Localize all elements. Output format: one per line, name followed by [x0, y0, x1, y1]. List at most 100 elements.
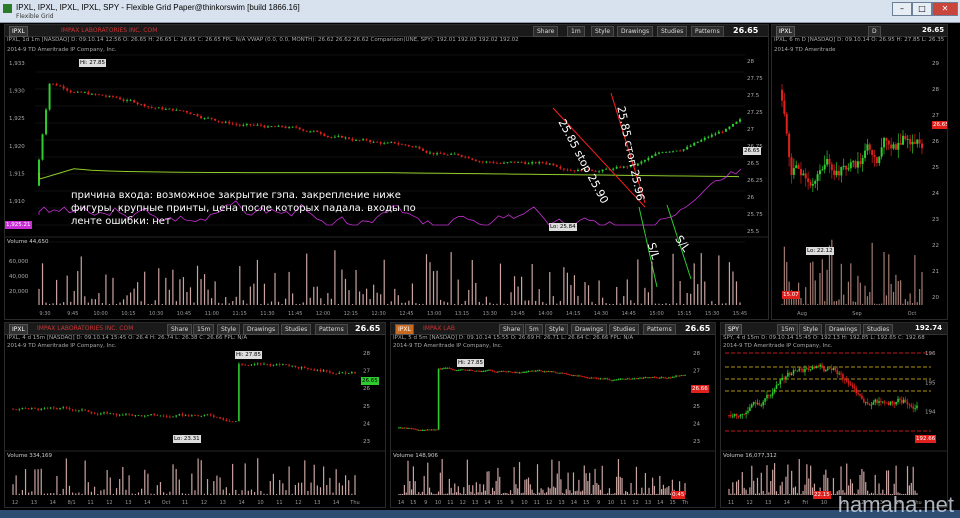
volume-bar: [626, 491, 629, 495]
volume-bar: [830, 493, 833, 495]
candle: [405, 427, 407, 429]
volume-bar: [796, 493, 798, 495]
volume-bar: [52, 303, 54, 305]
daily-candle: [909, 138, 912, 145]
volume-bar: [432, 271, 435, 305]
candle: [486, 370, 488, 372]
lo-label: Lo: 23.31: [173, 435, 201, 443]
candle: [203, 117, 206, 119]
volume-bar: [464, 493, 467, 495]
candle: [489, 369, 492, 371]
minimize-button[interactable]: –: [892, 2, 912, 16]
candle: [429, 152, 432, 154]
candle: [425, 150, 428, 153]
left-tick-label: 1,925: [9, 116, 25, 122]
candle: [666, 378, 668, 379]
candle: [104, 95, 107, 97]
candle: [34, 407, 36, 409]
close-button[interactable]: ✕: [932, 2, 958, 16]
volume-bar: [131, 493, 133, 495]
candle: [502, 162, 505, 164]
volume-bar: [520, 276, 523, 305]
volume-bar: [661, 303, 664, 305]
volume-bar: [274, 272, 276, 305]
volume-bar: [646, 493, 648, 495]
x-tick-label: 9: [511, 500, 514, 506]
volume-bar: [445, 493, 447, 495]
daily-volume-bar: [838, 299, 840, 305]
candle: [432, 152, 435, 155]
volume-bar: [493, 491, 495, 495]
x-tick-label: 13:45: [510, 311, 524, 317]
candle: [728, 126, 731, 129]
candle: [524, 372, 526, 373]
daily-candle: [781, 89, 783, 101]
x-tick-label: 12: [201, 500, 207, 506]
candle: [372, 141, 375, 143]
volume-bar: [448, 478, 450, 495]
volume-bar: [144, 271, 146, 305]
candle: [643, 160, 646, 162]
volume-bar: [335, 469, 337, 495]
candle: [749, 407, 751, 411]
volume-bar: [754, 493, 757, 495]
candle: [471, 158, 474, 160]
candle: [792, 370, 795, 374]
candle: [185, 111, 188, 113]
volume-bar: [112, 493, 115, 495]
x-tick-label: 14: [144, 500, 150, 506]
volume-bar: [504, 492, 506, 495]
candle: [303, 367, 306, 369]
volume-bar: [538, 492, 540, 495]
candle: [332, 372, 334, 374]
candle: [895, 402, 897, 405]
candle: [639, 377, 641, 379]
candle: [552, 163, 555, 166]
x-tick-label: Fri: [802, 500, 808, 506]
candle: [561, 372, 564, 374]
daily-volume-bar: [807, 303, 809, 305]
y-tick-label: 195: [925, 380, 936, 386]
volume-bar: [78, 492, 80, 495]
candle: [333, 136, 336, 138]
candle: [811, 366, 814, 370]
daily-volume-bar: [826, 269, 828, 305]
candle: [916, 405, 918, 409]
candle: [659, 377, 661, 379]
candle: [412, 428, 415, 430]
daily-candle: [826, 158, 829, 165]
candle: [552, 371, 555, 373]
volume-bar: [773, 463, 776, 495]
maximize-button[interactable]: □: [912, 2, 932, 16]
candle: [779, 380, 782, 385]
x-tick-label: 10: [521, 500, 527, 506]
candle: [335, 373, 337, 375]
volume-bar: [760, 472, 762, 495]
volume-bar: [637, 259, 639, 305]
candle: [87, 92, 90, 95]
volume-bar: [200, 460, 202, 495]
daily-volume-bar: [835, 300, 838, 305]
volume-bar: [398, 493, 400, 495]
volume-bar: [566, 272, 568, 305]
candle: [743, 413, 745, 415]
candle: [143, 415, 146, 417]
candle: [527, 371, 530, 372]
volume-bar: [301, 482, 303, 495]
candle: [700, 139, 703, 142]
candle: [576, 169, 579, 172]
candle: [475, 370, 478, 372]
candle: [452, 369, 454, 370]
candle: [847, 381, 850, 384]
volume-bar: [316, 485, 318, 495]
candle: [453, 153, 456, 155]
volume-bar: [332, 492, 334, 495]
volume-bar: [97, 493, 99, 495]
volume-bar: [455, 492, 458, 495]
candle: [164, 109, 167, 110]
volume-bar: [101, 303, 104, 305]
volume-bar: [93, 486, 96, 495]
candle: [834, 367, 837, 371]
x-tick-label: 10: [608, 500, 614, 506]
volume-bar: [743, 487, 745, 495]
